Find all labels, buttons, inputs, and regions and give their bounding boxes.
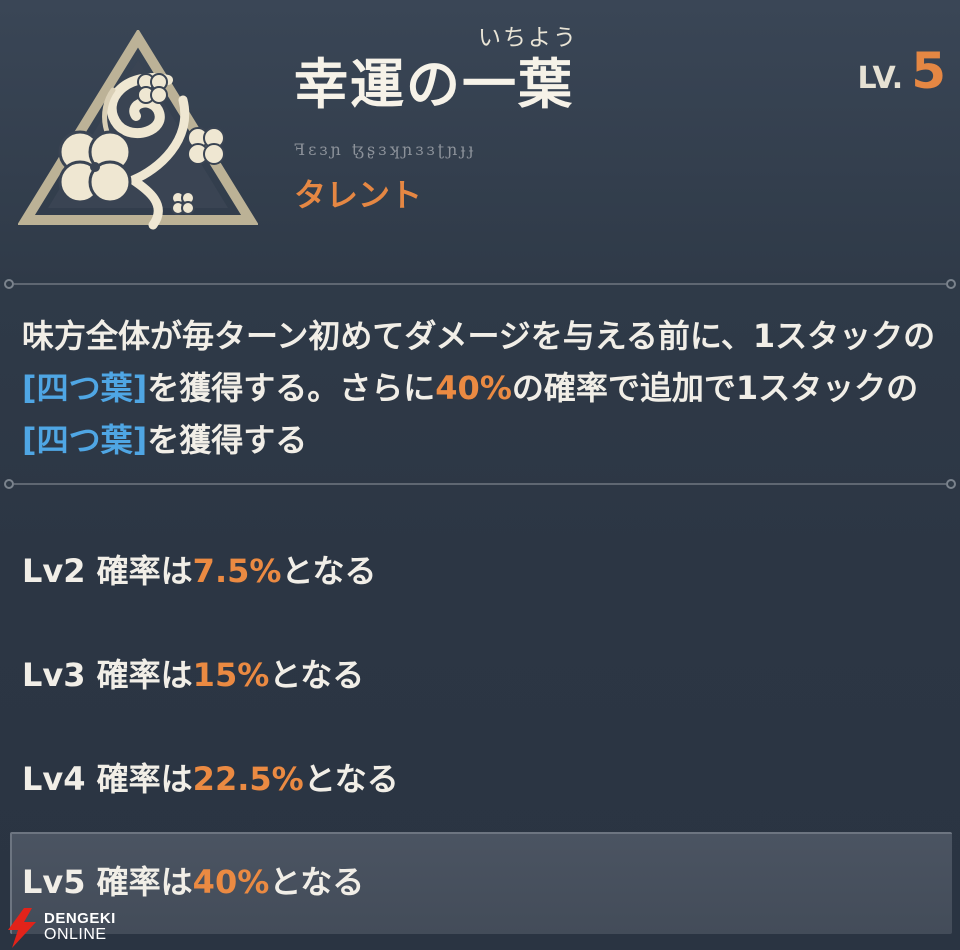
section-divider xyxy=(4,478,956,490)
desc-text: を獲得する xyxy=(147,421,308,459)
talent-header: いちよう 幸運の一葉 LV. 5 ꟻɛɜɲ ꜩʂɜʞɲɜɜʈɲɟɟ タレント xyxy=(0,0,960,270)
level-row-label: Lv2 確率は xyxy=(22,552,193,590)
level-row-lv2: Lv2 確率は7.5%となる xyxy=(22,546,376,592)
desc-text: の確率で追加で1スタックの xyxy=(511,369,919,407)
level-label: LV. xyxy=(857,61,904,96)
desc-text: を獲得する。さらに xyxy=(147,369,436,407)
level-value: 5 xyxy=(911,42,946,100)
level-row-suffix: となる xyxy=(281,552,377,590)
level-row-label: Lv4 確率は xyxy=(22,760,193,798)
lightning-logo-icon xyxy=(8,908,36,948)
level-row-suffix: となる xyxy=(303,760,399,798)
level-row-value: 22.5% xyxy=(192,760,304,798)
keyword-four-leaf[interactable]: [四つ葉] xyxy=(22,369,147,407)
four-leaf-clover-emblem-icon xyxy=(18,30,258,230)
level-row-suffix: となる xyxy=(269,863,365,901)
level-indicator: LV. 5 xyxy=(857,42,946,112)
rune-text: ꟻɛɜɲ ꜩʂɜʞɲɜɜʈɲɟɟ xyxy=(294,140,477,159)
dengeki-online-watermark: DENGEKI ONLINE xyxy=(0,906,140,950)
desc-text: 味方全体が毎ターン初めてダメージを与える前に、1スタックの xyxy=(22,317,936,355)
watermark-line1: DENGEKI xyxy=(44,910,116,927)
level-row-label: Lv5 確率は xyxy=(22,863,193,901)
section-divider xyxy=(4,278,956,290)
level-row-lv4: Lv4 確率は22.5%となる xyxy=(22,754,399,800)
talent-description: 味方全体が毎ターン初めてダメージを与える前に、1スタックの [四つ葉]を獲得する。… xyxy=(22,310,944,466)
talent-title: 幸運の一葉 xyxy=(294,53,574,116)
level-row-suffix: となる xyxy=(269,656,365,694)
level-row-value: 15% xyxy=(192,656,270,694)
level-row-label: Lv3 確率は xyxy=(22,656,193,694)
level-row-value: 7.5% xyxy=(192,552,282,590)
watermark-line2: ONLINE xyxy=(44,926,107,943)
level-row-lv5: Lv5 確率は40%となる xyxy=(22,857,364,903)
desc-percent: 40% xyxy=(435,369,512,407)
talent-category: タレント xyxy=(294,176,423,214)
keyword-four-leaf[interactable]: [四つ葉] xyxy=(22,421,147,459)
level-row-lv3: Lv3 確率は15%となる xyxy=(22,650,364,696)
level-row-value: 40% xyxy=(192,863,270,901)
